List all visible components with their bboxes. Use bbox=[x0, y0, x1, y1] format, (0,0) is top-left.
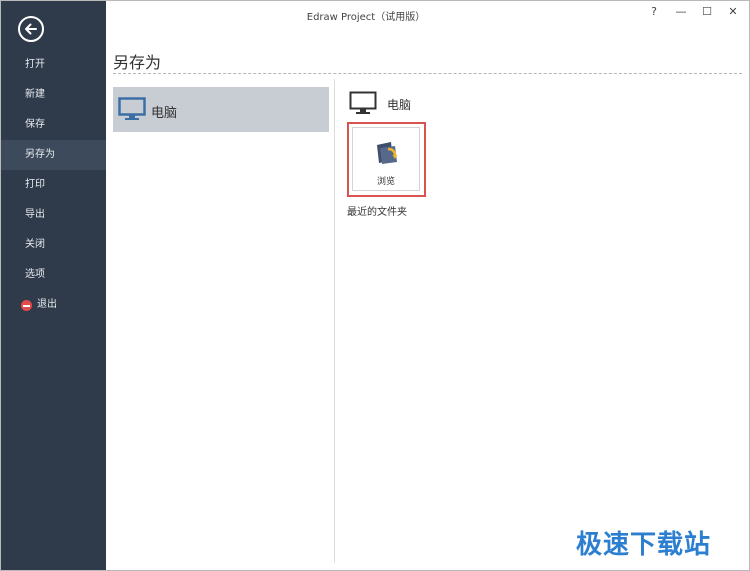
detail-heading: 电脑 bbox=[347, 89, 547, 115]
recent-folders-heading: 最近的文件夹 bbox=[347, 207, 407, 218]
sidebar-item-new[interactable]: 新建 bbox=[1, 80, 106, 110]
detail-heading-label: 电脑 bbox=[387, 98, 412, 112]
back-arrow-icon bbox=[25, 23, 37, 35]
sidebar-item-open[interactable]: 打开 bbox=[1, 50, 106, 80]
exit-icon bbox=[21, 300, 32, 311]
monitor-icon bbox=[349, 91, 377, 114]
title-divider bbox=[113, 73, 742, 74]
watermark-text: 极速下载站 bbox=[576, 530, 712, 560]
browse-tile: 浏览 bbox=[352, 127, 420, 191]
window-title: Edraw Project（试用版） bbox=[306, 12, 426, 23]
close-button[interactable]: ✕ bbox=[724, 5, 742, 19]
browse-label: 浏览 bbox=[376, 177, 395, 187]
monitor-icon bbox=[118, 97, 146, 120]
back-button[interactable] bbox=[18, 16, 44, 42]
maximize-button[interactable]: ☐ bbox=[698, 5, 716, 19]
app-window: 打开 新建 保存 另存为 打印 导出 关闭 选项 退出 Edraw Projec… bbox=[0, 0, 750, 571]
title-bar: Edraw Project（试用版） ? — ☐ ✕ bbox=[106, 1, 749, 25]
page-title: 另存为 bbox=[113, 53, 162, 72]
sidebar-item-export[interactable]: 导出 bbox=[1, 200, 106, 230]
backstage-sidebar: 打开 新建 保存 另存为 打印 导出 关闭 选项 退出 bbox=[1, 1, 106, 570]
minimize-button[interactable]: — bbox=[672, 5, 690, 19]
location-computer[interactable]: 电脑 bbox=[113, 87, 329, 132]
sidebar-item-save[interactable]: 保存 bbox=[1, 110, 106, 140]
sidebar-item-exit-label: 退出 bbox=[37, 299, 57, 310]
sidebar-item-save-as[interactable]: 另存为 bbox=[1, 140, 106, 170]
sidebar-item-print[interactable]: 打印 bbox=[1, 170, 106, 200]
location-computer-label: 电脑 bbox=[151, 106, 178, 121]
help-button[interactable]: ? bbox=[645, 5, 663, 19]
browse-button[interactable]: 浏览 bbox=[347, 122, 426, 197]
sidebar-item-exit[interactable]: 退出 bbox=[1, 290, 106, 320]
pane-divider bbox=[334, 79, 335, 563]
folder-browse-icon bbox=[377, 142, 398, 164]
sidebar-item-close[interactable]: 关闭 bbox=[1, 230, 106, 260]
sidebar-item-options[interactable]: 选项 bbox=[1, 260, 106, 290]
sidebar-menu: 打开 新建 保存 另存为 打印 导出 关闭 选项 退出 bbox=[1, 50, 106, 320]
